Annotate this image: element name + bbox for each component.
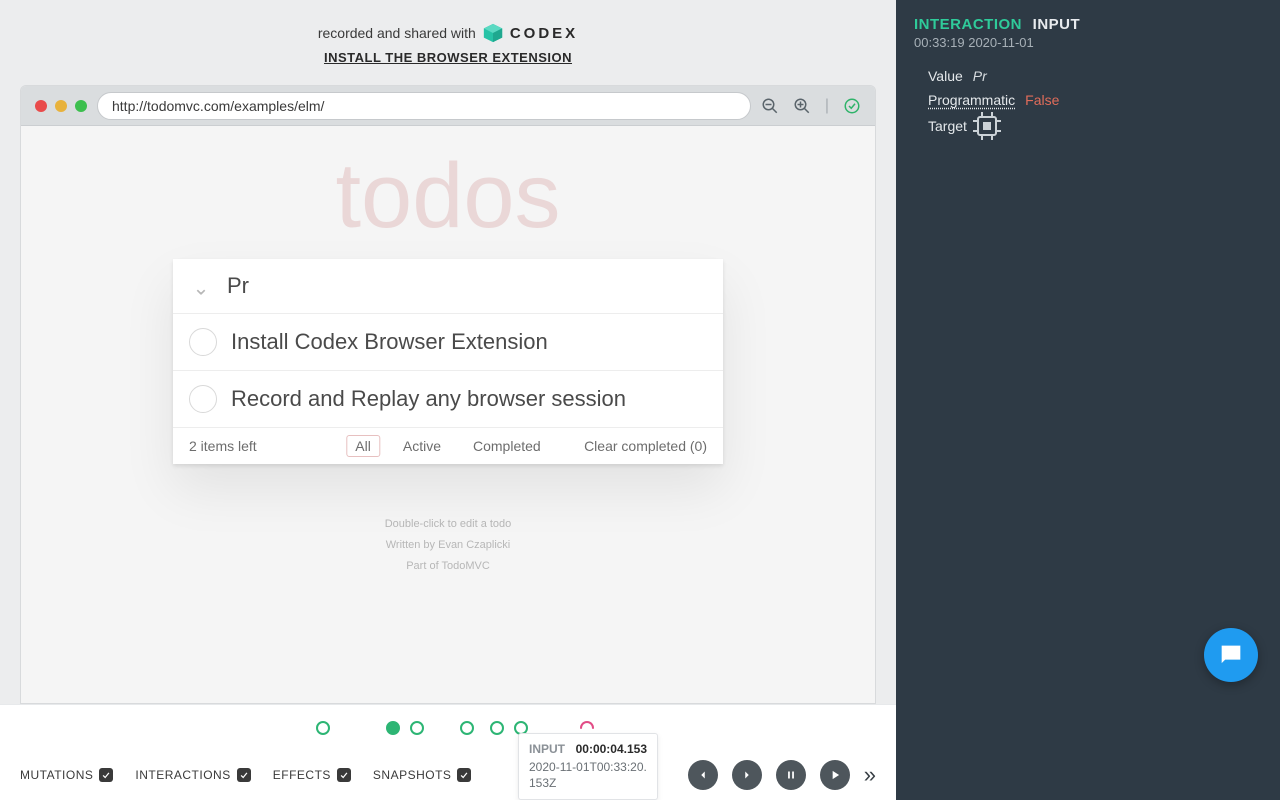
todo-checkbox[interactable]	[189, 385, 217, 413]
panel-value: Pr	[973, 68, 987, 84]
timeline-right-fill	[896, 704, 1280, 800]
event-marker[interactable]	[460, 721, 474, 735]
toggle-snapshots[interactable]: SNAPSHOTS	[373, 768, 472, 782]
timeline: INPUT 00:00:04.153 2020-11-01T00:33:20.1…	[0, 704, 896, 800]
install-extension-link[interactable]: INSTALL THE BROWSER EXTENSION	[324, 50, 572, 65]
toggle-effects[interactable]: EFFECTS	[273, 768, 351, 782]
browser-frame: http://todomvc.com/examples/elm/ | todos…	[20, 85, 876, 704]
toggle-interactions[interactable]: INTERACTIONS	[135, 768, 250, 782]
filter-completed[interactable]: Completed	[464, 435, 550, 457]
pause-button[interactable]	[776, 760, 806, 790]
panel-title: INTERACTION INPUT	[914, 16, 1262, 33]
filter-all[interactable]: All	[346, 435, 380, 457]
target-chip-icon[interactable]	[977, 116, 997, 136]
todo-card: ⌃ .chev{transform:rotate(180deg);} Insta…	[173, 259, 723, 464]
clear-completed-button[interactable]: Clear completed (0)	[584, 438, 707, 454]
zoom-in-icon[interactable]	[793, 97, 811, 115]
tooltip-duration: 00:00:04.153	[576, 742, 647, 756]
codex-logo[interactable]: CODEX	[482, 22, 578, 44]
minimize-icon[interactable]	[55, 100, 67, 112]
codex-cube-icon	[482, 22, 504, 44]
panel-value-row: Value Pr	[928, 68, 1262, 84]
record-header: recorded and shared with CODEX INSTALL T…	[0, 0, 896, 79]
close-icon[interactable]	[35, 100, 47, 112]
todo-checkbox[interactable]	[189, 328, 217, 356]
url-text: http://todomvc.com/examples/elm/	[112, 98, 324, 114]
checkbox-checked-icon	[457, 768, 471, 782]
play-button[interactable]	[820, 760, 850, 790]
zoom-out-icon[interactable]	[761, 97, 779, 115]
panel-programmatic-value: False	[1025, 92, 1059, 108]
event-marker[interactable]	[410, 721, 424, 735]
new-todo-input[interactable]	[227, 273, 707, 299]
url-bar[interactable]: http://todomvc.com/examples/elm/	[97, 92, 751, 120]
toggle-mutations[interactable]: MUTATIONS	[20, 768, 113, 782]
todo-label: Record and Replay any browser session	[231, 386, 626, 412]
chat-fab[interactable]	[1204, 628, 1258, 682]
filter-active[interactable]: Active	[394, 435, 450, 457]
fast-forward-icon[interactable]: »	[864, 762, 876, 788]
event-marker[interactable]	[490, 721, 504, 735]
page-content: todos ⌃ .chev{transform:rotate(180deg);}…	[21, 126, 875, 703]
interaction-panel: INTERACTION INPUT 00:33:19 2020-11-01 Va…	[896, 0, 1280, 704]
credits: Double-click to edit a todo Written by E…	[21, 514, 875, 577]
recording-viewport: recorded and shared with CODEX INSTALL T…	[0, 0, 896, 704]
recorded-with-text: recorded and shared with	[318, 25, 476, 41]
toggle-all-icon[interactable]: ⌃	[189, 274, 213, 299]
todo-item[interactable]: Record and Replay any browser session	[173, 371, 723, 428]
chat-icon	[1217, 641, 1245, 669]
window-controls	[35, 100, 87, 112]
checkbox-checked-icon	[337, 768, 351, 782]
checkbox-checked-icon	[237, 768, 251, 782]
maximize-icon[interactable]	[75, 100, 87, 112]
events-track[interactable]	[0, 717, 896, 741]
tooltip-event: INPUT	[529, 742, 565, 756]
event-marker[interactable]	[386, 721, 400, 735]
prev-button[interactable]	[688, 760, 718, 790]
checkbox-checked-icon	[99, 768, 113, 782]
new-todo-row: ⌃ .chev{transform:rotate(180deg);}	[173, 259, 723, 314]
app-title: todos	[21, 144, 875, 249]
todo-item[interactable]: Install Codex Browser Extension	[173, 314, 723, 371]
panel-target-row[interactable]: Target	[928, 116, 1262, 136]
event-marker[interactable]	[316, 721, 330, 735]
todo-footer: 2 items left All Active Completed Clear …	[173, 428, 723, 464]
todo-label: Install Codex Browser Extension	[231, 329, 548, 355]
panel-timestamp: 00:33:19 2020-11-01	[914, 35, 1262, 50]
toolbar-divider: |	[825, 97, 829, 115]
panel-programmatic-row: Programmatic False	[928, 92, 1262, 108]
items-left: 2 items left	[189, 438, 257, 454]
verified-icon[interactable]	[843, 97, 861, 115]
browser-top-bar: http://todomvc.com/examples/elm/ |	[21, 86, 875, 126]
next-button[interactable]	[732, 760, 762, 790]
